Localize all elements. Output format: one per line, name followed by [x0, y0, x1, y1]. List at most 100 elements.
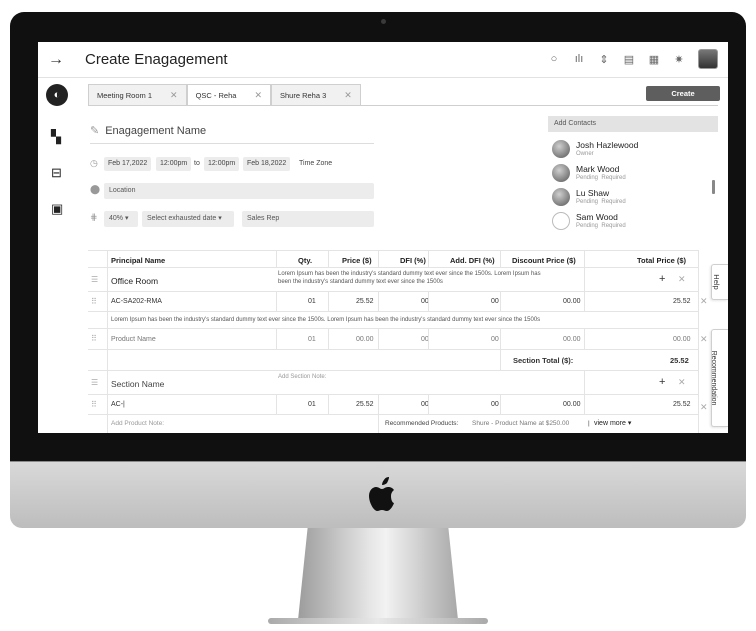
contact-item[interactable]: Mark Wood Pending Required — [552, 162, 626, 184]
tab-label: Shure Reha 3 — [279, 91, 327, 100]
drag-handle-icon[interactable]: ☰ — [91, 275, 98, 284]
product-note[interactable]: Lorem Ipsum has been the industry's stan… — [111, 317, 540, 323]
drag-handle-icon[interactable]: ⠿ — [91, 297, 97, 306]
qty-value[interactable]: 01 — [308, 336, 316, 343]
end-date-field[interactable]: Feb 18,2022 — [243, 157, 291, 171]
recommendation-side-tab[interactable]: Recommendation — [710, 329, 728, 427]
product-code-input[interactable]: AC-| — [111, 401, 125, 408]
brand-logo-icon[interactable]: ◐ — [46, 84, 68, 106]
header-qty: Qty. — [298, 256, 313, 265]
location-field[interactable]: Location — [104, 183, 374, 199]
section-note[interactable]: Lorem Ipsum has been the industry's stan… — [278, 271, 541, 277]
add-icon[interactable]: + — [659, 273, 665, 285]
timezone-label[interactable]: Time Zone — [299, 157, 332, 171]
product-name-placeholder[interactable]: Product Name — [111, 336, 156, 343]
close-icon[interactable]: ✕ — [678, 377, 686, 388]
start-date-field[interactable]: Feb 17,2022 — [104, 157, 152, 171]
add-dfi-value[interactable]: 00 — [491, 401, 499, 408]
tab-shure-reha-3[interactable]: Shure Reha 3 ✕ — [270, 84, 361, 106]
contact-name: Lu Shaw — [576, 188, 610, 198]
page-title: Create Enagagement — [85, 51, 228, 68]
sales-rep-field[interactable]: Sales Rep — [242, 211, 374, 227]
contact-item[interactable]: Lu Shaw Pending Required — [552, 186, 626, 208]
price-value[interactable]: 25.52 — [356, 298, 374, 305]
close-icon[interactable]: ✕ — [678, 274, 686, 285]
product-note-row: Lorem Ipsum has been the industry's stan… — [88, 312, 698, 329]
grid-line — [584, 371, 585, 415]
grid-line — [378, 250, 379, 268]
close-icon[interactable]: ✕ — [344, 90, 352, 101]
price-value[interactable]: 25.52 — [356, 401, 374, 408]
contact-card-icon[interactable]: ▣ — [51, 202, 65, 216]
contact-required: Required — [601, 223, 626, 229]
contact-status: Owner — [576, 151, 594, 157]
add-dfi-value[interactable]: 00 — [491, 336, 499, 343]
search-icon[interactable]: ○ — [548, 53, 560, 65]
contact-status: Pending — [576, 223, 599, 229]
product-note-input[interactable]: Add Product Note: — [111, 420, 164, 427]
grid-line — [276, 395, 277, 415]
grid-line — [276, 329, 277, 350]
layout-icon[interactable]: ⊟ — [51, 166, 65, 180]
engagement-name-input[interactable]: ✎ Enagagement Name — [90, 124, 206, 137]
theme-icon[interactable]: ✷ — [673, 53, 685, 66]
start-time-field[interactable]: 12:00pm — [156, 157, 192, 171]
notification-icon[interactable]: ▤ — [623, 53, 635, 66]
header-add-dfi: Add. DFI (%) — [450, 256, 495, 265]
view-more-link[interactable]: view more ▾ — [594, 419, 631, 427]
dashboard-icon[interactable]: ▚ — [51, 130, 65, 144]
contacts-scrollbar[interactable] — [712, 180, 715, 194]
drag-handle-icon[interactable]: ⠿ — [91, 334, 97, 343]
app-screen: → Create Enagagement ○ ılı ⇕ ▤ ▦ ✷ ◐ ▚ ⊟… — [38, 42, 728, 433]
recommended-product[interactable]: Shure - Product Name at $250.00 — [472, 420, 569, 427]
end-time-field[interactable]: 12:00pm — [204, 157, 240, 171]
price-value[interactable]: 00.00 — [356, 336, 374, 343]
product-code[interactable]: AC-SA202-RMA — [111, 298, 162, 305]
close-icon[interactable]: ✕ — [254, 90, 262, 101]
contact-item[interactable]: Sam Wood Pending Required — [552, 210, 626, 232]
tab-bar: Meeting Room 1 ✕ QSC - Reha ✕ Shure Reha… — [88, 84, 361, 106]
remove-row-icon[interactable]: ✕ — [700, 296, 708, 307]
avatar — [552, 140, 570, 158]
qty-value[interactable]: 01 — [308, 298, 316, 305]
back-arrow-icon[interactable]: → — [48, 51, 64, 69]
discount-value[interactable]: 00.00 — [563, 401, 581, 408]
tab-meeting-room-1[interactable]: Meeting Room 1 ✕ — [88, 84, 187, 106]
remove-row-icon[interactable]: ✕ — [700, 334, 708, 345]
drag-handle-icon[interactable]: ☰ — [91, 378, 98, 387]
close-icon[interactable]: ✕ — [170, 90, 178, 101]
section-name[interactable]: Office Room — [111, 276, 158, 286]
grid-line — [500, 395, 501, 415]
section-note-input[interactable]: Add Section Note: — [278, 374, 326, 380]
exhausted-date-select[interactable]: Select exhausted date ▾ — [142, 211, 234, 227]
analytics-icon[interactable]: ılı — [573, 53, 585, 65]
section-name-input[interactable]: Section Name — [111, 379, 164, 389]
grid-line — [500, 292, 501, 312]
contact-item[interactable]: Josh Hazlewood Owner — [552, 138, 638, 160]
grid-line — [584, 250, 585, 312]
remove-row-icon[interactable]: ✕ — [700, 402, 708, 413]
grid-line — [428, 329, 429, 350]
tab-qsc-reha[interactable]: QSC - Reha ✕ — [186, 84, 271, 106]
grid-line — [428, 292, 429, 312]
table-header-row: Principal Name Qty. Price ($) DFI (%) Ad… — [88, 250, 698, 268]
add-contacts-header[interactable]: Add Contacts — [548, 116, 718, 132]
sort-icon[interactable]: ⇕ — [598, 53, 610, 66]
percent-select[interactable]: 40% ▾ — [104, 211, 138, 227]
add-dfi-value[interactable]: 00 — [491, 298, 499, 305]
help-side-tab[interactable]: Help — [711, 264, 728, 300]
camera-dot — [381, 19, 386, 24]
create-button[interactable]: Create — [646, 86, 720, 101]
qty-value[interactable]: 01 — [308, 401, 316, 408]
separator: | — [588, 420, 590, 427]
section-row: ☰ Office Room Lorem Ipsum has been the i… — [88, 268, 698, 292]
add-icon[interactable]: + — [659, 376, 665, 388]
total-value: 25.52 — [673, 298, 691, 305]
discount-value[interactable]: 00.00 — [563, 298, 581, 305]
grid-icon[interactable]: ▦ — [648, 53, 660, 66]
user-avatar[interactable] — [698, 49, 718, 69]
section-total-row: Section Total ($): 25.52 — [88, 350, 698, 371]
pencil-icon: ✎ — [90, 125, 100, 137]
drag-handle-icon[interactable]: ⠿ — [91, 400, 97, 409]
discount-value[interactable]: 00.00 — [563, 336, 581, 343]
